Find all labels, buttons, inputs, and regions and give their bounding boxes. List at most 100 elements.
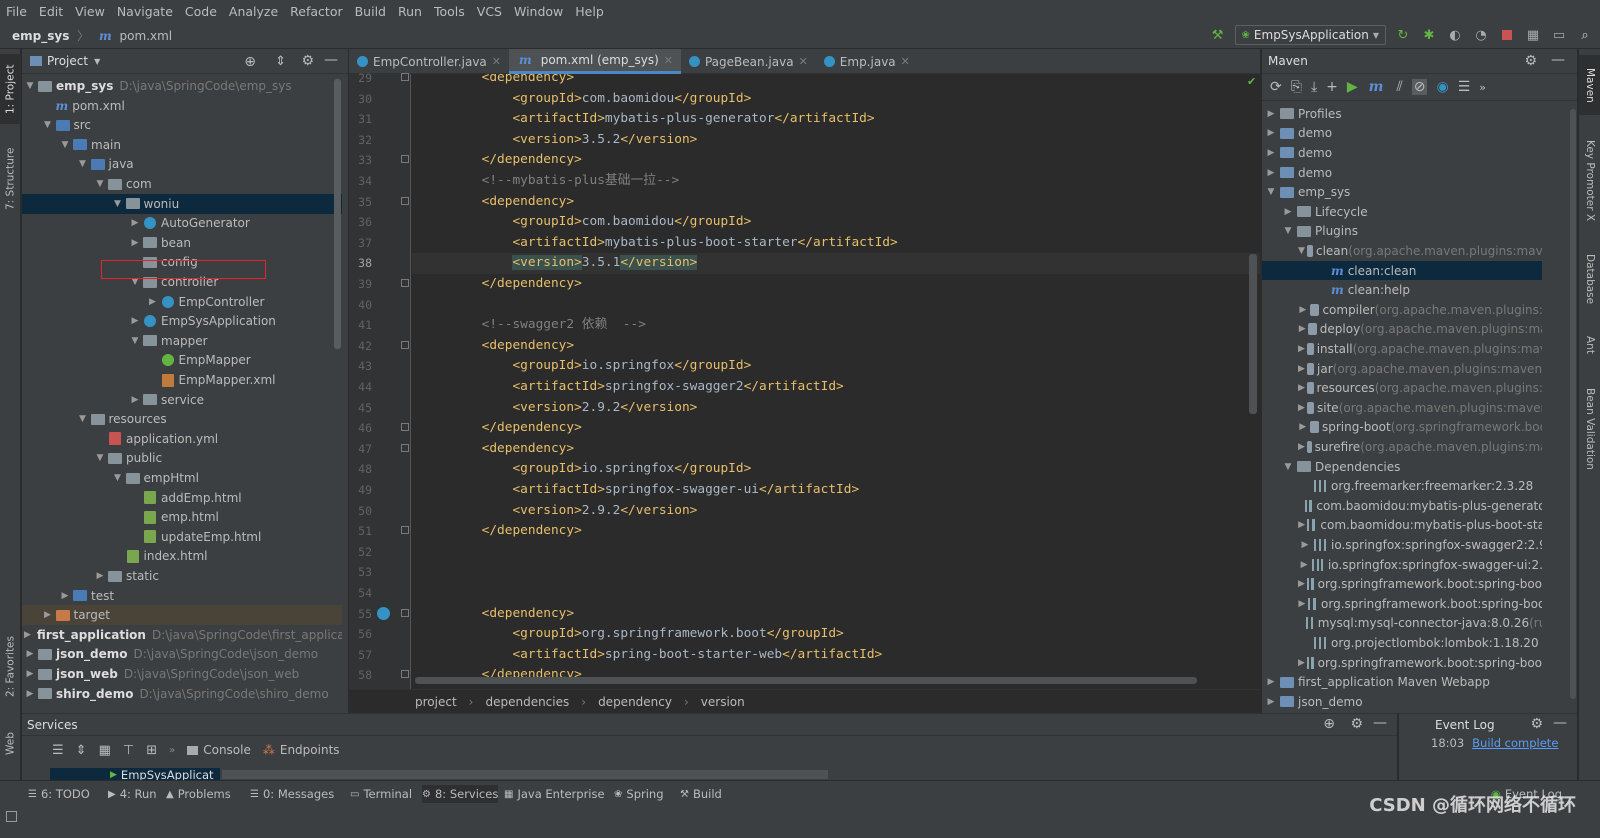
coverage-icon[interactable]: ◐ xyxy=(1446,26,1464,44)
endpoints-tab[interactable]: ⁂ Endpoints xyxy=(263,743,340,757)
run-icon[interactable]: ▶ xyxy=(1347,79,1358,95)
menu-code[interactable]: Code xyxy=(179,4,223,19)
toggle-offline-icon[interactable]: ⫽ xyxy=(1396,79,1402,95)
bottom-tab[interactable]: ⚒ Build xyxy=(680,785,722,803)
maven-tree-row[interactable]: ▶ site (org.apache.maven.plugins:maven-si xyxy=(1262,398,1542,418)
expand-arrow-icon[interactable]: ▶ xyxy=(1298,383,1305,393)
code-line[interactable]: <artifactId>springfox-swagger-ui</artifa… xyxy=(412,480,1260,501)
maven-tree-row[interactable]: ▶ json_demo xyxy=(1262,692,1542,712)
code-line[interactable]: <dependency> xyxy=(412,336,1260,357)
maven-tree-row[interactable]: org.freemarker:freemarker:2.3.28 xyxy=(1262,476,1542,496)
maven-tree-row[interactable]: ▶ com.baomidou:mybatis-plus-boot-starte xyxy=(1262,516,1542,536)
project-tree-row[interactable]: updateEmp.html xyxy=(22,527,342,547)
bottom-tab[interactable]: ❀ Spring xyxy=(614,785,664,803)
menu-tools[interactable]: Tools xyxy=(428,4,471,19)
rerun-icon[interactable]: ↻ xyxy=(1394,26,1412,44)
project-tree-row[interactable]: ▶ target xyxy=(22,605,342,626)
expand-arrow-icon[interactable]: ▶ xyxy=(1264,109,1278,119)
maven-tree-row[interactable]: ▶ org.springframework.boot:spring-boot-d xyxy=(1262,594,1542,614)
code-line[interactable]: <groupId>com.baomidou</groupId> xyxy=(412,89,1260,110)
maven-tree-row[interactable]: ▶ demo xyxy=(1262,163,1542,183)
bottom-tab[interactable]: ☰ 0: Messages xyxy=(250,785,334,803)
menu-build[interactable]: Build xyxy=(349,4,392,19)
minimize-icon[interactable]: — xyxy=(1373,715,1387,731)
menu-edit[interactable]: Edit xyxy=(33,4,69,19)
tab-editor-file[interactable]: Emp.java ✕ xyxy=(816,49,918,74)
close-icon[interactable]: ✕ xyxy=(492,55,501,68)
maven-tree-row[interactable]: ▶ demo xyxy=(1262,124,1542,144)
bottom-tab[interactable]: ☰ 6: TODO xyxy=(28,785,90,803)
project-tree-row[interactable]: ▶ bean xyxy=(22,233,342,253)
project-tree-row[interactable]: ▼ mapper xyxy=(22,331,342,351)
project-tree-row[interactable]: ▼ src xyxy=(22,115,342,135)
stop-icon[interactable] xyxy=(1498,26,1516,44)
project-tree-row[interactable]: application.yml xyxy=(22,429,342,449)
expand-arrow-icon[interactable]: ▶ xyxy=(24,669,36,679)
menu-navigate[interactable]: Navigate xyxy=(111,4,179,19)
project-tree-row[interactable]: ▼ empHtml xyxy=(22,468,342,488)
minimize-icon[interactable]: — xyxy=(1551,52,1565,68)
code-line[interactable]: </dependency> xyxy=(412,418,1260,439)
code-line[interactable]: <version>3.5.1</version> xyxy=(412,253,1260,274)
minimize-icon[interactable]: — xyxy=(324,52,338,68)
tab-database[interactable]: Database xyxy=(1579,244,1600,314)
project-tree-row[interactable]: ▶ first_application D:\java\SpringCode\fir… xyxy=(22,625,342,645)
fold-marker-icon[interactable] xyxy=(401,196,409,205)
close-icon[interactable]: ✕ xyxy=(901,55,910,68)
breadcrumb-item[interactable]: project xyxy=(415,695,457,709)
tab-bean-validation[interactable]: Bean Validation xyxy=(1579,379,1600,479)
inspection-ok-icon[interactable]: ✔ xyxy=(1247,75,1256,88)
expand-arrow-icon[interactable]: ▼ xyxy=(1281,226,1295,236)
project-tree-row[interactable]: ▼ main xyxy=(22,135,342,155)
tab-favorites[interactable]: 2: Favorites xyxy=(0,629,21,704)
code-line[interactable]: <dependency> xyxy=(412,439,1260,460)
bottom-tab[interactable]: ▦ Java Enterprise xyxy=(504,785,605,803)
search-icon[interactable]: ⌕ xyxy=(1576,26,1594,44)
project-tree-row[interactable]: ▶ service xyxy=(22,390,342,410)
expand-arrow-icon[interactable]: ▶ xyxy=(1298,579,1305,589)
expand-arrow-icon[interactable]: ▶ xyxy=(1298,305,1308,315)
show-dependencies-icon[interactable]: ◉ xyxy=(1436,79,1448,95)
project-tree-row[interactable]: ▼ com xyxy=(22,174,342,194)
project-tree-row[interactable]: ▼ java xyxy=(22,154,342,174)
debug-icon[interactable]: ✱ xyxy=(1420,26,1438,44)
generate-sources-icon[interactable]: ⎘ xyxy=(1291,79,1302,95)
maven-tree-row[interactable]: ▶ org.springframework.boot:spring-boot-st xyxy=(1262,653,1542,673)
project-tree-row[interactable]: ▼ public xyxy=(22,448,342,468)
fold-marker-icon[interactable] xyxy=(401,279,409,287)
bottom-tab[interactable]: ▲ Problems xyxy=(166,785,231,803)
expand-arrow-icon[interactable]: ▶ xyxy=(1298,324,1306,334)
project-tree-row[interactable]: ▶ EmpSysApplication xyxy=(22,311,342,331)
tab-project[interactable]: 1: Project xyxy=(0,54,21,124)
collapse-all-icon[interactable]: ⇕ xyxy=(275,54,286,69)
code-line[interactable]: <groupId>com.baomidou</groupId> xyxy=(412,212,1260,233)
toggle-tool-windows-icon[interactable] xyxy=(6,811,17,822)
code-line[interactable]: <version>2.9.2</version> xyxy=(412,501,1260,522)
maven-tree-row[interactable]: ▶ compiler (org.apache.maven.plugins:ma xyxy=(1262,300,1542,320)
maven-tree-row[interactable]: ▼ clean (org.apache.maven.plugins:maven- xyxy=(1262,241,1542,261)
fold-marker-icon[interactable] xyxy=(401,73,409,81)
project-tree-row[interactable]: EmpMapper.xml xyxy=(22,370,342,390)
project-tree-row[interactable]: ▼ emp_sys D:\java\SpringCode\emp_sys xyxy=(22,76,342,96)
expand-arrow-icon[interactable]: ▼ xyxy=(1281,462,1295,472)
expand-arrow-icon[interactable]: ▶ xyxy=(1264,128,1278,138)
maven-tree-row[interactable]: ▶ spring-boot (org.springframework.boot:s xyxy=(1262,418,1542,438)
maven-tree-row[interactable]: ▶ jar (org.apache.maven.plugins:maven-jar xyxy=(1262,359,1542,379)
locate-icon[interactable]: ⊕ xyxy=(244,54,256,70)
project-scrollbar[interactable] xyxy=(334,79,341,349)
expand-arrow-icon[interactable]: ▼ xyxy=(129,336,141,346)
maven-tree-row[interactable]: com.baomidou:mybatis-plus-generator:3 xyxy=(1262,496,1542,516)
maven-tree-row[interactable]: ▼ emp_sys xyxy=(1262,182,1542,202)
code-line[interactable]: <!--mybatis-plus基础一拉--> xyxy=(412,171,1260,192)
bottom-tab[interactable]: ▭ Terminal xyxy=(350,785,412,803)
profile-icon[interactable]: ◔ xyxy=(1472,26,1490,44)
maven-tree-row[interactable]: m clean:help xyxy=(1262,280,1542,300)
gear-icon[interactable]: ⚙ xyxy=(1524,53,1537,69)
code-line[interactable]: <groupId>io.springfox</groupId> xyxy=(412,356,1260,377)
maven-tree-row[interactable]: ▶ demo xyxy=(1262,143,1542,163)
chevron-down-icon[interactable]: ▼ xyxy=(94,57,100,66)
expand-arrow-icon[interactable]: ▶ xyxy=(1298,560,1310,570)
breadcrumb-project[interactable]: emp_sys xyxy=(12,29,69,43)
more-icon[interactable]: » xyxy=(1479,81,1486,94)
maven-tree-row[interactable]: mysql:mysql-connector-java:8.0.26 (runti xyxy=(1262,614,1542,634)
